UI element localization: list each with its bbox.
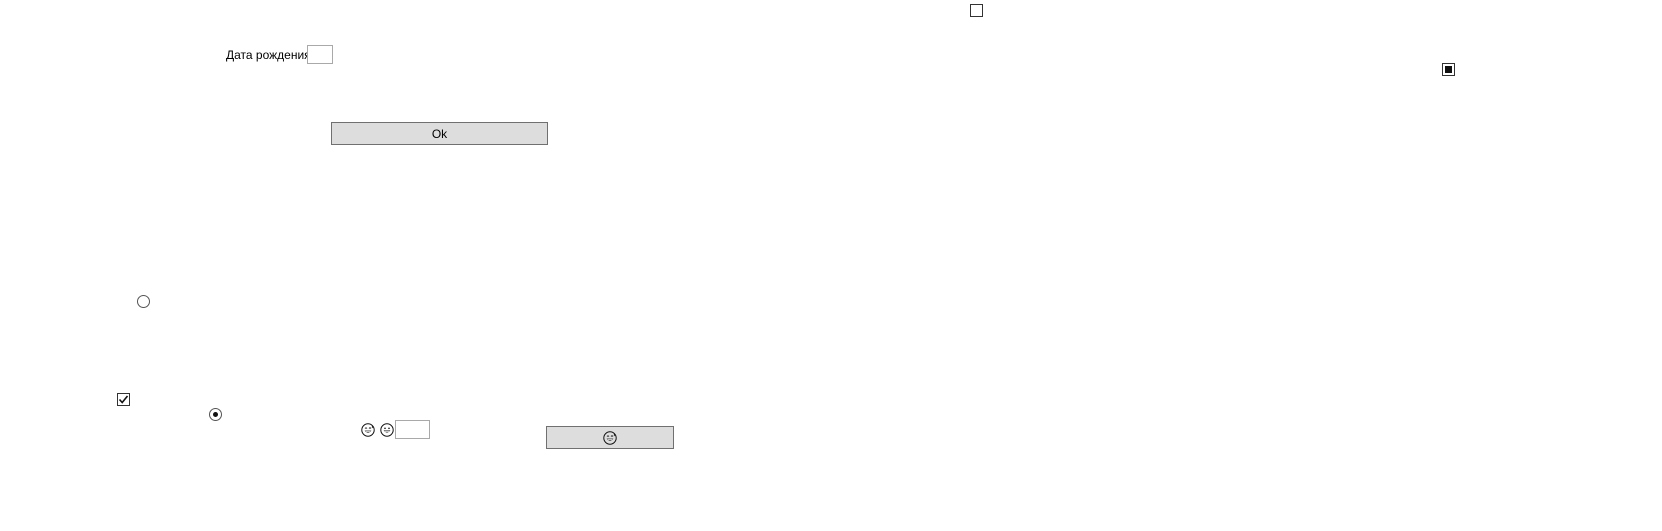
- grinning-face-with-sweat-icon: [603, 430, 617, 445]
- top-checkbox[interactable]: [970, 4, 983, 17]
- upper-radio[interactable]: [137, 295, 150, 308]
- lower-radio[interactable]: [209, 408, 222, 421]
- checkbox-indeterminate-mark: [1445, 66, 1452, 73]
- birth-date-label: Дата рождения: [226, 48, 311, 62]
- emoji-input[interactable]: [395, 420, 430, 439]
- emoji-button[interactable]: [546, 426, 674, 449]
- ok-button[interactable]: Ok: [331, 122, 548, 145]
- ok-button-label: Ok: [431, 126, 448, 141]
- right-checkbox[interactable]: [1442, 63, 1455, 76]
- grinning-face-icon: [380, 423, 394, 437]
- birth-date-input[interactable]: [307, 45, 333, 64]
- radio-selected-dot: [213, 412, 218, 417]
- grinning-face-with-sweat-icon: [361, 423, 375, 437]
- checkmark-icon: [118, 395, 129, 404]
- bottom-checkbox[interactable]: [117, 393, 130, 406]
